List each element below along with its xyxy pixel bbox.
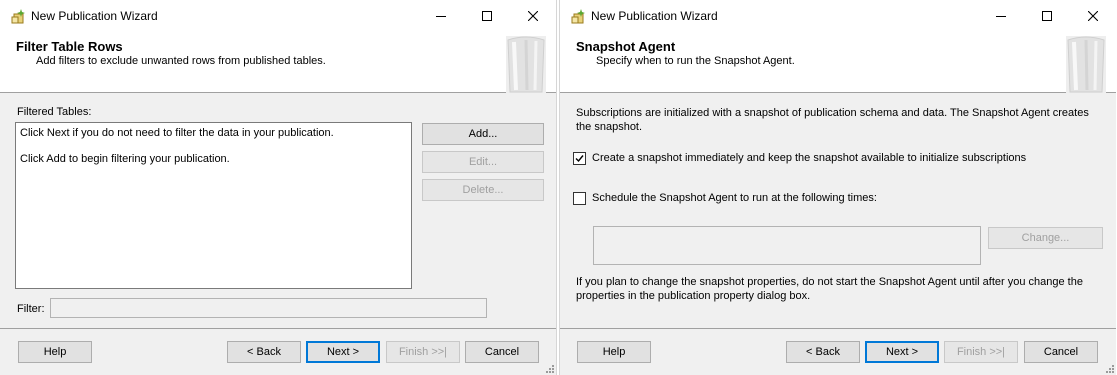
- close-button[interactable]: [510, 0, 556, 32]
- schedule-checkbox[interactable]: [573, 192, 586, 205]
- close-icon: [1088, 11, 1098, 21]
- finish-button[interactable]: Finish >>|: [386, 341, 460, 363]
- maximize-button[interactable]: [464, 0, 510, 32]
- page-subtitle: Add filters to exclude unwanted rows fro…: [36, 55, 326, 67]
- wizard-app-icon: [11, 9, 25, 24]
- filtered-tables-label: Filtered Tables:: [17, 106, 92, 118]
- resize-grip-icon[interactable]: [1105, 364, 1115, 374]
- minimize-icon: [436, 16, 446, 17]
- wizard-header: Filter Table Rows Add filters to exclude…: [0, 32, 556, 93]
- edit-button[interactable]: Edit...: [422, 151, 544, 173]
- filter-field[interactable]: [50, 298, 487, 318]
- title-bar[interactable]: New Publication Wizard: [560, 0, 1116, 32]
- cancel-button[interactable]: Cancel: [465, 341, 539, 363]
- create-snapshot-checkbox[interactable]: [573, 152, 586, 165]
- maximize-icon: [482, 11, 492, 21]
- back-button[interactable]: < Back: [786, 341, 860, 363]
- change-button[interactable]: Change...: [988, 227, 1103, 249]
- minimize-button[interactable]: [978, 0, 1024, 32]
- schedule-field[interactable]: [593, 226, 981, 265]
- create-snapshot-label[interactable]: Create a snapshot immediately and keep t…: [592, 152, 1026, 164]
- back-button[interactable]: < Back: [227, 341, 301, 363]
- schedule-label[interactable]: Schedule the Snapshot Agent to run at th…: [592, 192, 877, 204]
- wizard-header-art: [1066, 36, 1106, 93]
- next-button[interactable]: Next >: [306, 341, 380, 363]
- title-bar[interactable]: New Publication Wizard: [0, 0, 556, 32]
- intro-text: Subscriptions are initialized with a sna…: [576, 107, 1089, 133]
- filter-label: Filter:: [17, 303, 45, 315]
- add-button[interactable]: Add...: [422, 123, 544, 145]
- next-button[interactable]: Next >: [865, 341, 939, 363]
- note-text: If you plan to change the snapshot prope…: [576, 276, 1083, 302]
- close-icon: [528, 11, 538, 21]
- minimize-button[interactable]: [418, 0, 464, 32]
- filtered-tables-list[interactable]: Click Next if you do not need to filter …: [15, 122, 412, 289]
- wizard-header: Snapshot Agent Specify when to run the S…: [560, 32, 1116, 93]
- help-button[interactable]: Help: [577, 341, 651, 363]
- maximize-button[interactable]: [1024, 0, 1070, 32]
- maximize-icon: [1042, 11, 1052, 21]
- checkmark-icon: [575, 155, 584, 163]
- list-item: Click Add to begin filtering your public…: [20, 153, 230, 165]
- finish-button[interactable]: Finish >>|: [944, 341, 1018, 363]
- snapshot-agent-dialog: New Publication Wizard Snapshot Agent Sp…: [559, 0, 1116, 375]
- page-subtitle: Specify when to run the Snapshot Agent.: [596, 55, 795, 67]
- delete-button[interactable]: Delete...: [422, 179, 544, 201]
- help-button[interactable]: Help: [18, 341, 92, 363]
- page-title: Snapshot Agent: [576, 39, 676, 54]
- wizard-header-art: [506, 36, 546, 93]
- window-title: New Publication Wizard: [591, 9, 718, 23]
- wizard-app-icon: [571, 9, 585, 24]
- page-title: Filter Table Rows: [16, 39, 123, 54]
- close-button[interactable]: [1070, 0, 1116, 32]
- cancel-button[interactable]: Cancel: [1024, 341, 1098, 363]
- minimize-icon: [996, 16, 1006, 17]
- window-title: New Publication Wizard: [31, 9, 158, 23]
- list-item: Click Next if you do not need to filter …: [20, 127, 334, 139]
- resize-grip-icon[interactable]: [545, 364, 555, 374]
- filter-table-rows-dialog: New Publication Wizard Filter Table Rows…: [0, 0, 557, 375]
